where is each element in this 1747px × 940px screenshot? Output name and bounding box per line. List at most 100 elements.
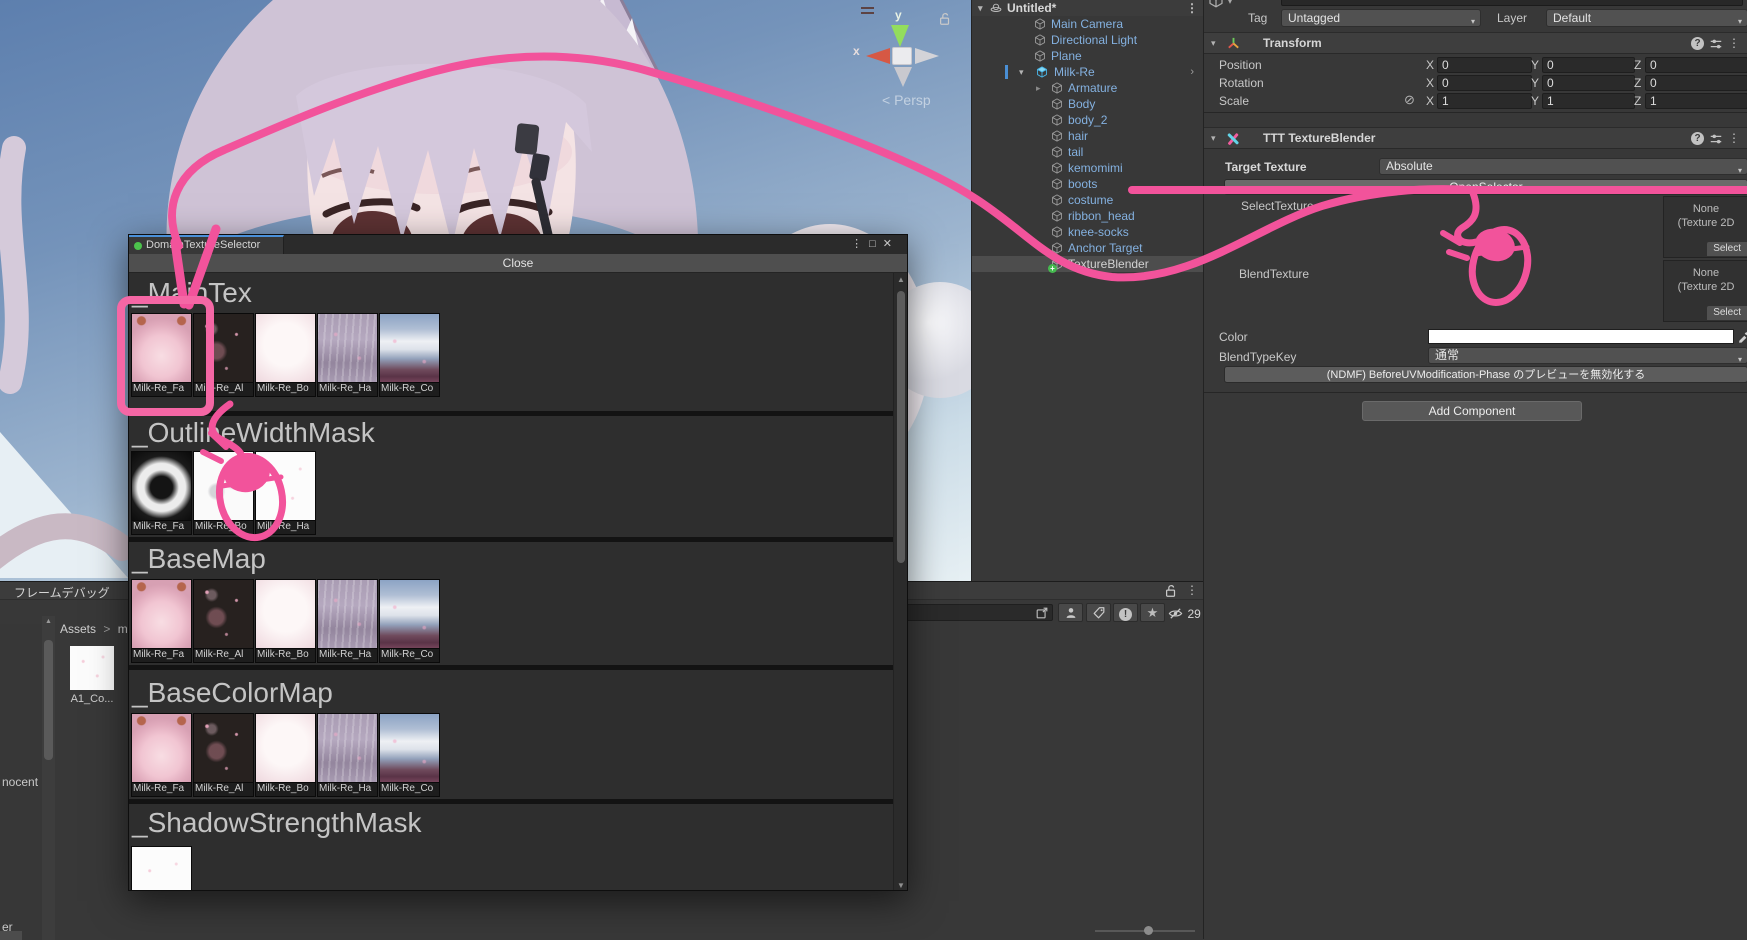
rotation-x-field[interactable]: 0 [1437, 75, 1532, 91]
presets-icon[interactable] [1709, 132, 1723, 146]
hierarchy-item-armature[interactable]: ▸ Armature [972, 80, 1204, 96]
window-kebab-icon[interactable]: ⋮ [851, 238, 869, 250]
gameobject-name-field[interactable] [1281, 0, 1743, 6]
texture-tile[interactable]: Milk-Re_Co [379, 579, 440, 663]
slider-knob[interactable] [1144, 926, 1153, 935]
layer-dropdown[interactable]: Default▾ [1546, 9, 1747, 27]
scene-lock-icon[interactable] [938, 12, 952, 26]
search-by-type-button[interactable] [1058, 603, 1083, 622]
hierarchy-item-kemomimi[interactable]: kemomimi [972, 160, 1204, 176]
texture-tile[interactable]: Milk-Re_Co [379, 713, 440, 797]
asset-item[interactable]: A1_Co... [70, 646, 120, 705]
texture-tile[interactable]: Milk-Re_Bo [255, 579, 316, 663]
gameobject-icon-selector[interactable] [1207, 0, 1225, 8]
fold-arrow-icon[interactable]: ▾ [1211, 38, 1216, 49]
icon-dropdown-arrow[interactable]: ▾ [1228, 0, 1232, 6]
search-by-label-button[interactable] [1086, 603, 1111, 622]
eyedropper-icon[interactable] [1737, 329, 1747, 344]
target-texture-dropdown[interactable]: Absolute▾ [1379, 158, 1747, 175]
perspective-toggle[interactable]: < Persp [882, 92, 931, 108]
gizmo-y-label[interactable]: y [895, 8, 902, 22]
tag-dropdown[interactable]: Untagged▾ [1281, 9, 1481, 27]
scroll-down-icon[interactable]: ▼ [894, 881, 908, 890]
gizmo-center-cube[interactable] [892, 47, 912, 65]
texture-tile[interactable]: Milk-Re_Bo [193, 451, 254, 535]
gizmo-x-label[interactable]: x [853, 44, 860, 58]
scale-x-field[interactable]: 1 [1437, 93, 1532, 109]
project-kebab-icon[interactable]: ⋮ [1186, 583, 1198, 597]
fold-arrow-icon[interactable]: ▸ [1036, 80, 1041, 96]
hierarchy-item-boots[interactable]: boots [972, 176, 1204, 192]
gizmo-down-cone[interactable] [894, 67, 912, 87]
textureblender-header[interactable]: ▾ TTT TextureBlender ? ⋮ [1204, 127, 1747, 149]
hidden-packages-toggle[interactable]: 29 [1168, 605, 1201, 623]
open-in-window-icon[interactable] [1035, 606, 1049, 620]
texture-tile[interactable]: Milk-Re_Fa [131, 451, 192, 535]
project-tree-scrollbar[interactable]: ▲ [42, 616, 55, 940]
rotation-y-field[interactable]: 0 [1542, 75, 1635, 91]
scroll-up-icon[interactable]: ▲ [894, 275, 908, 284]
position-x-field[interactable]: 0 [1437, 57, 1532, 73]
hierarchy-item-body[interactable]: Body [972, 96, 1204, 112]
texture-tile[interactable] [131, 846, 192, 891]
texture-tile[interactable]: Milk-Re_Fa [131, 313, 192, 397]
texture-tile[interactable]: Milk-Re_Fa [131, 579, 192, 663]
hierarchy-item-milk-re[interactable]: ▾ Milk-Re › [972, 64, 1204, 80]
hierarchy-item-body-2[interactable]: body_2 [972, 112, 1204, 128]
texture-tile[interactable]: Milk-Re_Ha [317, 313, 378, 397]
position-y-field[interactable]: 0 [1542, 57, 1635, 73]
add-component-button[interactable]: Add Component [1362, 401, 1582, 421]
rotation-z-field[interactable]: 0 [1645, 75, 1747, 91]
hierarchy-item-costume[interactable]: costume [972, 192, 1204, 208]
breadcrumb-assets[interactable]: Assets [60, 622, 96, 636]
color-swatch[interactable] [1428, 329, 1734, 344]
presets-icon[interactable] [1709, 37, 1723, 51]
hierarchy-kebab-icon[interactable]: ⋮ [1186, 0, 1198, 16]
hierarchy-item-textureblender[interactable]: + TextureBlender [972, 256, 1204, 272]
hierarchy-item-anchor-target[interactable]: Anchor Target [972, 240, 1204, 256]
component-kebab-icon[interactable]: ⋮ [1728, 131, 1740, 145]
gizmo-x-cone[interactable] [866, 48, 890, 64]
hierarchy-item-directional-light[interactable]: Directional Light [972, 32, 1204, 48]
help-icon[interactable]: ? [1691, 132, 1704, 145]
fold-arrow-icon[interactable]: ▾ [978, 0, 983, 16]
hierarchy-item-knee-socks[interactable]: knee-socks [972, 224, 1204, 240]
texture-tile[interactable]: Milk-Re_Co [379, 313, 440, 397]
frame-debug-tab[interactable]: フレームデバッグ [14, 584, 110, 601]
fold-arrow-icon[interactable]: ▾ [1019, 64, 1024, 80]
scale-z-field[interactable]: 1 [1645, 93, 1747, 109]
search-by-import-log-button[interactable]: ! [1113, 603, 1138, 622]
hierarchy-scene-row[interactable]: ▾ Untitled* ⋮ [972, 0, 1204, 16]
scale-y-field[interactable]: 1 [1542, 93, 1635, 109]
maximize-icon[interactable]: □ [869, 238, 883, 250]
blend-type-key-dropdown[interactable]: 通常▾ [1428, 347, 1747, 364]
texture-tile[interactable]: Milk-Re_Ha [317, 579, 378, 663]
texture-tile[interactable]: Milk-Re_Al [193, 713, 254, 797]
constrain-proportions-icon[interactable]: ⊘ [1404, 92, 1415, 108]
texture-tile[interactable]: Milk-Re_Bo [255, 713, 316, 797]
scrollbar-thumb[interactable] [44, 640, 53, 760]
component-kebab-icon[interactable]: ⋮ [1728, 36, 1740, 50]
texture-tile[interactable]: Milk-Re_Fa [131, 713, 192, 797]
favorites-button[interactable]: ★ [1140, 603, 1165, 622]
ndmf-preview-toggle-button[interactable]: (NDMF) BeforeUVModification-Phase のプレビュー… [1224, 366, 1747, 383]
gizmo-z-cone[interactable] [915, 48, 939, 64]
select-texture-object-field[interactable]: None (Texture 2D Select [1663, 196, 1747, 258]
object-picker-button[interactable]: Select [1707, 306, 1747, 320]
hierarchy-item-hair[interactable]: hair [972, 128, 1204, 144]
open-selector-button[interactable]: OpenSelector [1224, 179, 1747, 195]
close-icon[interactable]: ✕ [883, 238, 899, 250]
help-icon[interactable]: ? [1691, 37, 1704, 50]
hierarchy-item-ribbon-head[interactable]: ribbon_head [972, 208, 1204, 224]
texture-tile[interactable]: Milk-Re_Bo [255, 313, 316, 397]
scene-menu-icon[interactable] [861, 7, 874, 17]
blend-texture-object-field[interactable]: None (Texture 2D Select [1663, 260, 1747, 322]
fold-arrow-icon[interactable]: ▾ [1211, 133, 1216, 144]
scroll-up-icon[interactable]: ▲ [45, 618, 52, 625]
texture-tile[interactable]: Milk-Re_Ha [255, 451, 316, 535]
object-picker-button[interactable]: Select [1707, 242, 1747, 256]
close-button[interactable]: Close [129, 254, 907, 273]
window-scrollbar[interactable]: ▲ ▼ [893, 273, 907, 891]
transform-header[interactable]: ▾ Transform ? ⋮ [1204, 32, 1747, 54]
prefab-open-chevron-icon[interactable]: › [1190, 64, 1194, 80]
